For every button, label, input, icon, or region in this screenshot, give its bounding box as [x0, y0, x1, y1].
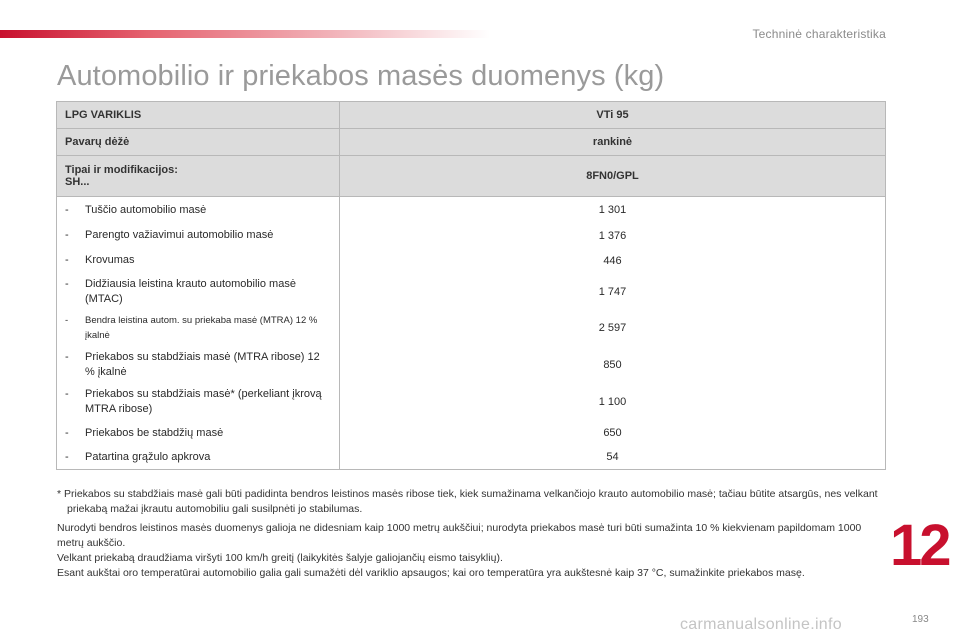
row-label: Bendra leistina autom. su priekaba masė … — [85, 315, 318, 341]
row-dash: - — [65, 388, 69, 400]
table-row: - Krovumas 446 — [56, 247, 886, 274]
table-row: - Priekabos be stabdžių masė 650 — [56, 420, 886, 446]
row-label: Tuščio automobilio masė — [85, 203, 207, 216]
row-dash: - — [65, 315, 69, 326]
row-value: 1 100 — [339, 383, 886, 421]
row-value: 2 597 — [339, 309, 886, 347]
table-header-row: Tipai ir modifikacijos: SH... 8FN0/GPL — [56, 155, 886, 197]
header-types-value: 8FN0/GPL — [339, 155, 886, 197]
row-value: 650 — [339, 420, 886, 446]
row-dash: - — [65, 450, 69, 463]
row-dash: - — [65, 426, 69, 439]
row-value: 850 — [339, 346, 886, 384]
row-dash: - — [65, 351, 69, 363]
row-dash: - — [65, 277, 69, 290]
header-types-label: Tipai ir modifikacijos: SH... — [56, 155, 340, 197]
row-label: Parengto važiavimui automobilio masė — [85, 229, 274, 241]
header-gearbox-label: Pavarų dėžė — [56, 128, 340, 156]
row-value: 1 747 — [339, 273, 886, 310]
table-row: - Didžiausia leistina krauto automobilio … — [56, 273, 886, 310]
header-types-label-line2: SH... — [65, 176, 90, 188]
header-types-label-line1: Tipai ir modifikacijos: — [65, 164, 178, 176]
table-row: - Parengto važiavimui automobilio masė 1 … — [56, 223, 886, 248]
row-dash: - — [65, 254, 69, 266]
note-altitude: Nurodyti bendros leistinos masės duomeny… — [57, 522, 862, 549]
table-row: - Bendra leistina autom. su priekaba masė… — [56, 309, 886, 347]
table-row: - Patartina grąžulo apkrova 54 — [56, 445, 886, 470]
page-title: Automobilio ir priekabos masės duomenys … — [57, 60, 665, 92]
note-speed-limit: Velkant priekabą draudžiama viršyti 100 … — [57, 552, 503, 564]
row-value: 54 — [339, 445, 886, 470]
row-label: Didžiausia leistina krauto automobilio m… — [85, 277, 296, 305]
table-row: - Priekabos su stabdžiais masė (MTRA ribo… — [56, 346, 886, 384]
section-title: Techninė charakteristika — [752, 27, 886, 41]
header-accent-bar — [0, 30, 490, 38]
table-row: - Tuščio automobilio masė 1 301 — [56, 196, 886, 224]
row-label: Priekabos be stabdžių masė — [85, 426, 224, 439]
row-dash: - — [65, 203, 69, 216]
table-header-row: LPG VARIKLIS VTi 95 — [56, 101, 886, 129]
header-engine-value: VTi 95 — [339, 101, 886, 129]
chapter-number: 12 — [890, 513, 951, 578]
header-engine-label: LPG VARIKLIS — [56, 101, 340, 129]
note-temperature: Esant aukštai oro temperatūrai automobil… — [57, 567, 805, 579]
row-value: 1 376 — [339, 223, 886, 248]
usage-notes: Nurodyti bendros leistinos masės duomeny… — [57, 521, 887, 581]
row-label: Patartina grąžulo apkrova — [85, 450, 211, 463]
row-label: Krovumas — [85, 254, 135, 266]
row-value: 1 301 — [339, 196, 886, 224]
row-dash: - — [65, 229, 69, 241]
row-label: Priekabos su stabdžiais masė* (perkelian… — [85, 388, 322, 415]
table-row: - Priekabos su stabdžiais masė* (perkelia… — [56, 383, 886, 421]
table-footnote: * Priekabos su stabdžiais masė gali būti… — [57, 488, 878, 515]
header-gearbox-value: rankinė — [339, 128, 886, 156]
page-number: 193 — [912, 614, 929, 625]
row-label: Priekabos su stabdžiais masė (MTRA ribos… — [85, 351, 320, 378]
table-header-row: Pavarų dėžė rankinė — [56, 128, 886, 156]
watermark: carmanualsonline.info — [680, 616, 842, 633]
mass-data-table: LPG VARIKLIS VTi 95 Pavarų dėžė rankinė … — [56, 101, 886, 470]
row-value: 446 — [339, 247, 886, 274]
